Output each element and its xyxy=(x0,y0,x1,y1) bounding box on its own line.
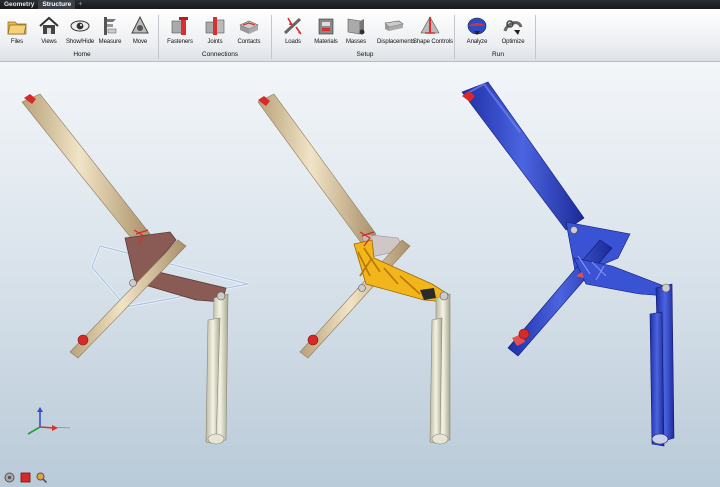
shape-controls-label: Shape Controls xyxy=(413,39,453,45)
show-hide-label: Show/Hide xyxy=(65,39,95,45)
seat-stay xyxy=(429,317,443,445)
dropout xyxy=(207,433,225,445)
bottom-tool-icons xyxy=(0,468,48,486)
tab-geometry[interactable]: Geometry xyxy=(0,0,38,9)
group-run: Run xyxy=(492,51,504,58)
pivot xyxy=(358,284,366,292)
zoom-icon[interactable] xyxy=(35,471,48,484)
pivot xyxy=(216,291,226,301)
tab-structure[interactable]: Structure xyxy=(38,0,76,9)
group-home: Home xyxy=(73,51,91,58)
optimize-label: Optimize xyxy=(501,39,525,45)
settings-icon[interactable] xyxy=(3,471,16,484)
displacement-icon xyxy=(384,20,404,31)
house-icon xyxy=(39,16,59,34)
materials-button[interactable]: Materials xyxy=(309,15,343,45)
loads-button[interactable]: Loads xyxy=(276,15,310,45)
displacements-button[interactable]: Displacements xyxy=(377,15,416,45)
analyze-button[interactable]: Analyze xyxy=(460,15,494,45)
load-marker xyxy=(307,334,319,346)
add-tab-button[interactable]: + xyxy=(75,1,85,8)
bolt-icon xyxy=(171,17,188,35)
load-marker xyxy=(518,328,530,340)
ribbon-separator xyxy=(158,15,159,59)
shape-control-icon xyxy=(420,16,440,34)
fasteners-button[interactable]: Fasteners xyxy=(163,15,197,45)
ribbon-separator xyxy=(271,15,272,59)
fasteners-label: Fasteners xyxy=(167,39,193,45)
masses-label: Masses xyxy=(345,39,367,45)
pivot xyxy=(661,283,671,293)
optimize-button[interactable]: Optimize xyxy=(496,15,530,45)
joints-label: Joints xyxy=(207,39,223,45)
model-analysis-result[interactable] xyxy=(461,81,675,447)
upper-tube xyxy=(21,93,151,245)
measure-button[interactable]: Measure xyxy=(93,15,127,45)
upper-tube xyxy=(257,93,377,245)
eye-icon xyxy=(70,20,90,32)
group-connections: Connections xyxy=(201,51,239,58)
pivot xyxy=(439,291,449,301)
contacts-label: Contacts xyxy=(237,39,261,45)
group-setup: Setup xyxy=(356,51,374,58)
seat-stay xyxy=(649,311,665,447)
loads-label: Loads xyxy=(285,39,301,45)
folder-icon xyxy=(7,21,27,35)
ribbon-separator xyxy=(535,15,536,59)
measure-label: Measure xyxy=(98,39,122,45)
optimize-icon xyxy=(503,20,523,35)
model-scene xyxy=(21,81,675,447)
views-button[interactable]: Views xyxy=(32,15,66,45)
load-icon xyxy=(283,17,302,35)
files-button[interactable]: Files xyxy=(0,15,34,45)
pivot xyxy=(570,226,578,234)
ribbon-separator xyxy=(454,15,455,59)
analyze-icon xyxy=(467,17,487,35)
stop-icon[interactable] xyxy=(19,471,32,484)
model-viewport[interactable] xyxy=(0,62,720,487)
mass-icon xyxy=(347,18,365,35)
files-label: Files xyxy=(10,39,24,45)
load-marker xyxy=(77,334,89,346)
model-design-space[interactable] xyxy=(21,93,249,445)
bracket-arm xyxy=(573,257,669,297)
pivot xyxy=(129,279,137,287)
analyze-label: Analyze xyxy=(466,39,488,45)
shape-controls-button[interactable]: Shape Controls xyxy=(413,15,453,45)
ribbon-toolbar: Files Views Show/Hide Measure Move Home … xyxy=(0,9,720,62)
caliper-icon xyxy=(104,17,117,35)
materials-label: Materials xyxy=(314,39,338,45)
dropout xyxy=(651,433,669,445)
displacements-label: Displacements xyxy=(377,39,416,45)
material-icon xyxy=(318,18,334,35)
dropout xyxy=(431,433,449,445)
masses-button[interactable]: Masses xyxy=(339,15,373,45)
move-button[interactable]: Move xyxy=(123,15,157,45)
joints-button[interactable]: Joints xyxy=(198,15,232,45)
axis-triad-icon xyxy=(27,407,71,435)
upper-tube xyxy=(461,81,585,231)
views-label: Views xyxy=(41,39,57,45)
show-hide-button[interactable]: Show/Hide xyxy=(63,15,97,45)
contacts-button[interactable]: Contacts xyxy=(232,15,266,45)
move-icon xyxy=(131,15,149,34)
ribbon-tab-bar: Geometry Structure + xyxy=(0,0,720,9)
move-label: Move xyxy=(132,39,148,45)
contact-icon xyxy=(239,20,259,34)
joint-icon xyxy=(205,17,225,35)
model-optimized[interactable] xyxy=(257,93,451,445)
